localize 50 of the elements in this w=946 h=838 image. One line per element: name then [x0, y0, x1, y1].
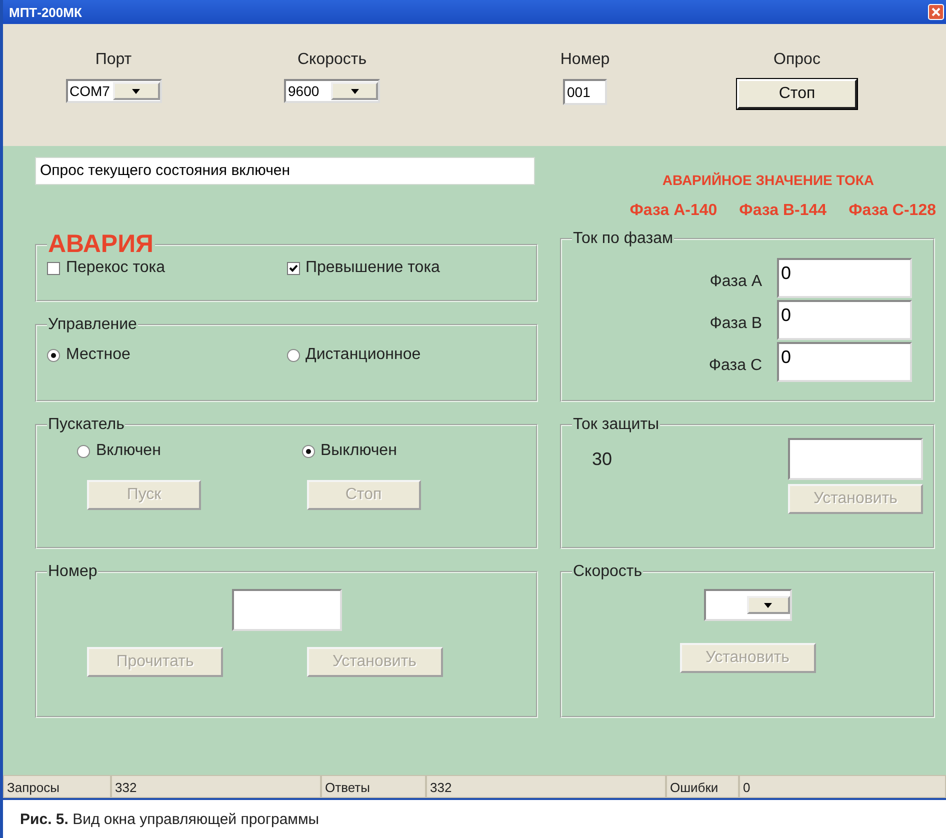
- radio-button[interactable]: [302, 444, 314, 458]
- radio-label: Включен: [96, 442, 161, 460]
- field-label: Скорость: [297, 51, 367, 69]
- checkbox-label: Превышение тока: [306, 259, 440, 277]
- stop-button[interactable]: Стоп: [737, 79, 857, 109]
- status-message-field: Опрос текущего состояния включен: [35, 157, 535, 185]
- group-title: АВАРИЯ: [47, 230, 155, 259]
- checkbox[interactable]: [286, 262, 300, 274]
- status-value: 332: [426, 775, 666, 798]
- alarm-heading: АВАРИЙНОЕ ЗНАЧЕНИЕ ТОКА: [661, 171, 875, 188]
- status-label: Ошибки: [666, 775, 739, 798]
- alarm-phase-value: Фаза А-140: [630, 202, 718, 220]
- checkbox-label: Перекос тока: [66, 259, 166, 277]
- phase-current-field[interactable]: 0: [777, 300, 912, 340]
- figure-caption: Рис. 5. Вид окна управляющей программы: [20, 810, 320, 828]
- group-title: Скорость: [572, 563, 644, 581]
- group-title: Ток по фазам: [572, 230, 674, 248]
- close-icon[interactable]: [928, 4, 944, 20]
- phase-label: Фаза А: [710, 272, 763, 291]
- radio-button[interactable]: [47, 348, 60, 362]
- checkbox[interactable]: [47, 262, 60, 274]
- field-label: Номер: [560, 51, 610, 69]
- phase-current-field[interactable]: 0: [777, 342, 912, 382]
- protection-value: 30: [591, 448, 614, 470]
- status-label: Запросы: [3, 775, 111, 798]
- radio-button[interactable]: [77, 444, 90, 458]
- group-title: Пускатель: [47, 416, 126, 434]
- alarm-phase-value: Фаза В-144: [739, 202, 827, 220]
- status-value: 332: [111, 775, 321, 798]
- phase-label: Фаза С: [708, 356, 763, 375]
- radio-label: Выключен: [320, 442, 397, 460]
- protection-field[interactable]: [788, 438, 923, 480]
- group-title: Номер: [47, 563, 98, 581]
- field-label: Порт: [95, 51, 132, 69]
- field-label: Опрос: [774, 51, 820, 69]
- alarm-phase-value: Фаза С-128: [848, 202, 936, 220]
- radio-button[interactable]: [286, 348, 300, 362]
- dropdown[interactable]: COM7: [66, 79, 162, 103]
- radio-label: Местное: [66, 346, 130, 364]
- status-label: Ответы: [321, 775, 426, 798]
- dropdown[interactable]: 9600: [284, 79, 380, 103]
- window-title: МПТ-200МК: [9, 4, 82, 20]
- radio-label: Дистанционное: [306, 346, 421, 364]
- group-title: Управление: [47, 316, 138, 334]
- phase-current-field[interactable]: 0: [777, 258, 912, 298]
- number-field[interactable]: 001: [563, 79, 607, 105]
- status-value: 0: [739, 775, 946, 798]
- phase-label: Фаза В: [710, 314, 763, 333]
- number-field[interactable]: [232, 589, 342, 631]
- group-title: Ток защиты: [572, 416, 660, 434]
